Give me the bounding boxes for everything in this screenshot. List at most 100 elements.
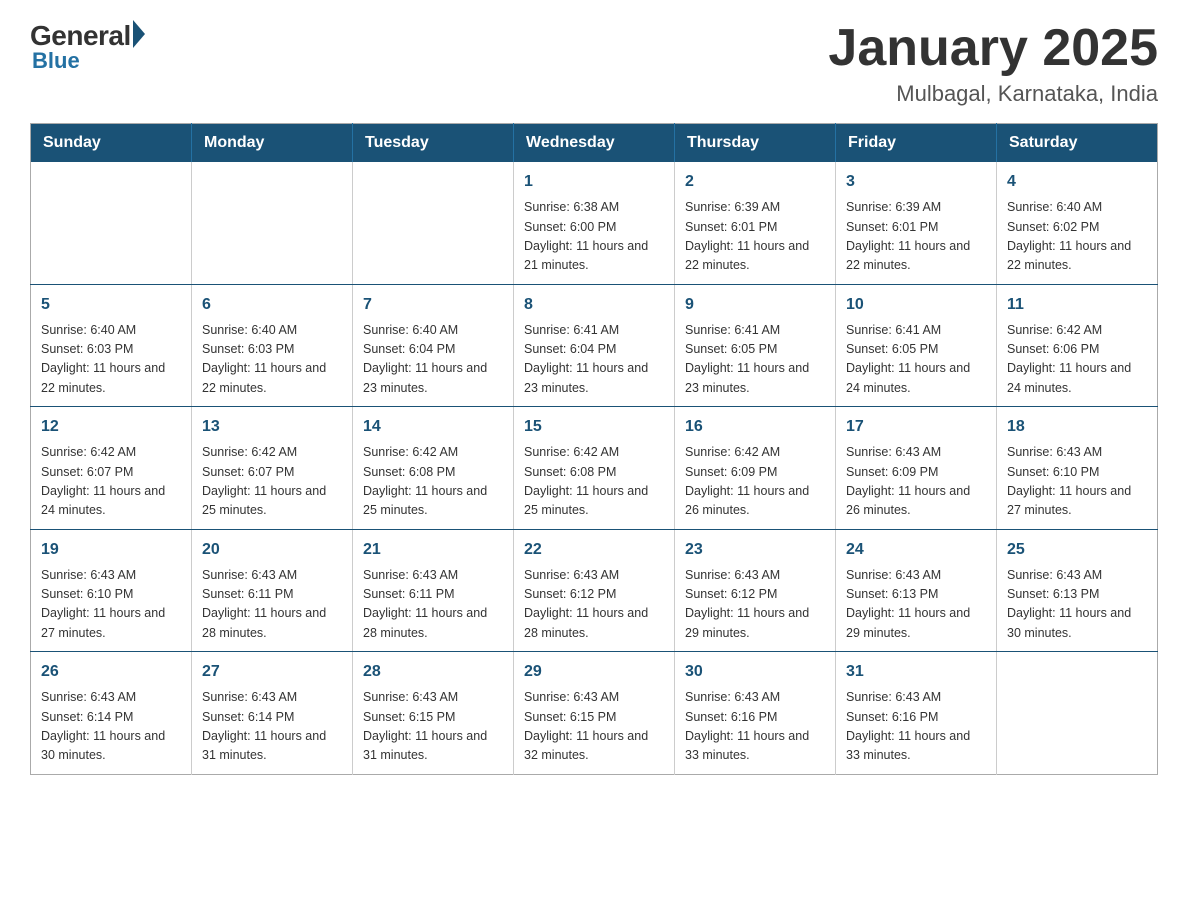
day-info: Sunrise: 6:38 AM Sunset: 6:00 PM Dayligh… bbox=[524, 198, 664, 276]
calendar-cell: 24Sunrise: 6:43 AM Sunset: 6:13 PM Dayli… bbox=[836, 529, 997, 652]
day-info: Sunrise: 6:43 AM Sunset: 6:12 PM Dayligh… bbox=[524, 566, 664, 644]
calendar-cell bbox=[192, 162, 353, 284]
day-number: 5 bbox=[41, 293, 181, 317]
calendar-cell: 1 Sunrise: 6:38 AM Sunset: 6:00 PM Daylig… bbox=[514, 162, 675, 284]
day-info: Sunrise: 6:39 AM Sunset: 6:01 PM Dayligh… bbox=[685, 198, 825, 276]
calendar-cell: 6Sunrise: 6:40 AM Sunset: 6:03 PM Daylig… bbox=[192, 284, 353, 407]
day-info: Sunrise: 6:41 AM Sunset: 6:05 PM Dayligh… bbox=[846, 321, 986, 399]
day-info: Sunrise: 6:43 AM Sunset: 6:09 PM Dayligh… bbox=[846, 443, 986, 521]
day-info: Sunrise: 6:42 AM Sunset: 6:08 PM Dayligh… bbox=[524, 443, 664, 521]
calendar-cell bbox=[997, 652, 1158, 775]
calendar-cell: 9Sunrise: 6:41 AM Sunset: 6:05 PM Daylig… bbox=[675, 284, 836, 407]
day-number: 31 bbox=[846, 660, 986, 684]
day-info: Sunrise: 6:40 AM Sunset: 6:02 PM Dayligh… bbox=[1007, 198, 1147, 276]
logo: General Blue bbox=[30, 20, 145, 74]
month-title: January 2025 bbox=[828, 20, 1158, 77]
weekday-header-saturday: Saturday bbox=[997, 124, 1158, 163]
weekday-header-monday: Monday bbox=[192, 124, 353, 163]
calendar-cell: 16 Sunrise: 6:42 AM Sunset: 6:09 PM Dayli… bbox=[675, 407, 836, 530]
day-info: Sunrise: 6:42 AM Sunset: 6:06 PM Dayligh… bbox=[1007, 321, 1147, 399]
day-number: 30 bbox=[685, 660, 825, 684]
weekday-header-tuesday: Tuesday bbox=[353, 124, 514, 163]
calendar-week-row: 12 Sunrise: 6:42 AM Sunset: 6:07 PM Dayli… bbox=[31, 407, 1158, 530]
day-number: 1 bbox=[524, 170, 664, 194]
day-number: 14 bbox=[363, 415, 503, 439]
weekday-header-row: SundayMondayTuesdayWednesdayThursdayFrid… bbox=[31, 124, 1158, 163]
logo-blue-text: Blue bbox=[32, 48, 80, 74]
day-info: Sunrise: 6:43 AM Sunset: 6:11 PM Dayligh… bbox=[363, 566, 503, 644]
day-info: Sunrise: 6:42 AM Sunset: 6:08 PM Dayligh… bbox=[363, 443, 503, 521]
calendar-cell: 5 Sunrise: 6:40 AM Sunset: 6:03 PM Daylig… bbox=[31, 284, 192, 407]
day-number: 25 bbox=[1007, 538, 1147, 562]
calendar-cell: 7 Sunrise: 6:40 AM Sunset: 6:04 PM Daylig… bbox=[353, 284, 514, 407]
calendar-week-row: 19Sunrise: 6:43 AM Sunset: 6:10 PM Dayli… bbox=[31, 529, 1158, 652]
calendar-cell bbox=[353, 162, 514, 284]
day-number: 17 bbox=[846, 415, 986, 439]
calendar-cell: 15Sunrise: 6:42 AM Sunset: 6:08 PM Dayli… bbox=[514, 407, 675, 530]
day-number: 7 bbox=[363, 293, 503, 317]
day-number: 24 bbox=[846, 538, 986, 562]
calendar-cell: 10 Sunrise: 6:41 AM Sunset: 6:05 PM Dayli… bbox=[836, 284, 997, 407]
day-info: Sunrise: 6:41 AM Sunset: 6:04 PM Dayligh… bbox=[524, 321, 664, 399]
day-info: Sunrise: 6:43 AM Sunset: 6:16 PM Dayligh… bbox=[685, 688, 825, 766]
day-number: 27 bbox=[202, 660, 342, 684]
calendar-cell: 11 Sunrise: 6:42 AM Sunset: 6:06 PM Dayli… bbox=[997, 284, 1158, 407]
day-number: 9 bbox=[685, 293, 825, 317]
calendar-cell: 14 Sunrise: 6:42 AM Sunset: 6:08 PM Dayli… bbox=[353, 407, 514, 530]
day-number: 23 bbox=[685, 538, 825, 562]
day-info: Sunrise: 6:43 AM Sunset: 6:10 PM Dayligh… bbox=[41, 566, 181, 644]
day-number: 16 bbox=[685, 415, 825, 439]
day-info: Sunrise: 6:40 AM Sunset: 6:03 PM Dayligh… bbox=[202, 321, 342, 399]
day-info: Sunrise: 6:43 AM Sunset: 6:13 PM Dayligh… bbox=[1007, 566, 1147, 644]
calendar-cell: 2 Sunrise: 6:39 AM Sunset: 6:01 PM Daylig… bbox=[675, 162, 836, 284]
day-number: 8 bbox=[524, 293, 664, 317]
day-info: Sunrise: 6:40 AM Sunset: 6:03 PM Dayligh… bbox=[41, 321, 181, 399]
day-number: 12 bbox=[41, 415, 181, 439]
location-title: Mulbagal, Karnataka, India bbox=[828, 81, 1158, 107]
calendar-cell: 12 Sunrise: 6:42 AM Sunset: 6:07 PM Dayli… bbox=[31, 407, 192, 530]
calendar-week-row: 26Sunrise: 6:43 AM Sunset: 6:14 PM Dayli… bbox=[31, 652, 1158, 775]
calendar-cell: 17 Sunrise: 6:43 AM Sunset: 6:09 PM Dayli… bbox=[836, 407, 997, 530]
day-info: Sunrise: 6:43 AM Sunset: 6:10 PM Dayligh… bbox=[1007, 443, 1147, 521]
calendar-cell: 29 Sunrise: 6:43 AM Sunset: 6:15 PM Dayli… bbox=[514, 652, 675, 775]
weekday-header-thursday: Thursday bbox=[675, 124, 836, 163]
calendar-cell: 18 Sunrise: 6:43 AM Sunset: 6:10 PM Dayli… bbox=[997, 407, 1158, 530]
calendar-cell: 8 Sunrise: 6:41 AM Sunset: 6:04 PM Daylig… bbox=[514, 284, 675, 407]
calendar-cell: 22 Sunrise: 6:43 AM Sunset: 6:12 PM Dayli… bbox=[514, 529, 675, 652]
calendar-table: SundayMondayTuesdayWednesdayThursdayFrid… bbox=[30, 123, 1158, 775]
calendar-cell bbox=[31, 162, 192, 284]
calendar-header: SundayMondayTuesdayWednesdayThursdayFrid… bbox=[31, 124, 1158, 163]
day-number: 29 bbox=[524, 660, 664, 684]
calendar-cell: 20Sunrise: 6:43 AM Sunset: 6:11 PM Dayli… bbox=[192, 529, 353, 652]
day-info: Sunrise: 6:40 AM Sunset: 6:04 PM Dayligh… bbox=[363, 321, 503, 399]
day-info: Sunrise: 6:42 AM Sunset: 6:07 PM Dayligh… bbox=[41, 443, 181, 521]
weekday-header-wednesday: Wednesday bbox=[514, 124, 675, 163]
calendar-cell: 3Sunrise: 6:39 AM Sunset: 6:01 PM Daylig… bbox=[836, 162, 997, 284]
day-number: 20 bbox=[202, 538, 342, 562]
weekday-header-sunday: Sunday bbox=[31, 124, 192, 163]
calendar-cell: 30 Sunrise: 6:43 AM Sunset: 6:16 PM Dayli… bbox=[675, 652, 836, 775]
calendar-cell: 21Sunrise: 6:43 AM Sunset: 6:11 PM Dayli… bbox=[353, 529, 514, 652]
title-block: January 2025 Mulbagal, Karnataka, India bbox=[828, 20, 1158, 107]
day-number: 11 bbox=[1007, 293, 1147, 317]
calendar-cell: 28Sunrise: 6:43 AM Sunset: 6:15 PM Dayli… bbox=[353, 652, 514, 775]
day-number: 10 bbox=[846, 293, 986, 317]
day-number: 18 bbox=[1007, 415, 1147, 439]
day-number: 4 bbox=[1007, 170, 1147, 194]
day-info: Sunrise: 6:43 AM Sunset: 6:16 PM Dayligh… bbox=[846, 688, 986, 766]
calendar-cell: 27Sunrise: 6:43 AM Sunset: 6:14 PM Dayli… bbox=[192, 652, 353, 775]
day-info: Sunrise: 6:42 AM Sunset: 6:09 PM Dayligh… bbox=[685, 443, 825, 521]
calendar-cell: 25 Sunrise: 6:43 AM Sunset: 6:13 PM Dayli… bbox=[997, 529, 1158, 652]
calendar-cell: 13Sunrise: 6:42 AM Sunset: 6:07 PM Dayli… bbox=[192, 407, 353, 530]
day-number: 22 bbox=[524, 538, 664, 562]
day-info: Sunrise: 6:43 AM Sunset: 6:15 PM Dayligh… bbox=[524, 688, 664, 766]
calendar-cell: 31 Sunrise: 6:43 AM Sunset: 6:16 PM Dayli… bbox=[836, 652, 997, 775]
day-info: Sunrise: 6:43 AM Sunset: 6:15 PM Dayligh… bbox=[363, 688, 503, 766]
day-info: Sunrise: 6:43 AM Sunset: 6:12 PM Dayligh… bbox=[685, 566, 825, 644]
day-number: 2 bbox=[685, 170, 825, 194]
calendar-cell: 23 Sunrise: 6:43 AM Sunset: 6:12 PM Dayli… bbox=[675, 529, 836, 652]
calendar-cell: 26Sunrise: 6:43 AM Sunset: 6:14 PM Dayli… bbox=[31, 652, 192, 775]
day-number: 3 bbox=[846, 170, 986, 194]
page-header: General Blue January 2025 Mulbagal, Karn… bbox=[30, 20, 1158, 107]
day-info: Sunrise: 6:43 AM Sunset: 6:14 PM Dayligh… bbox=[41, 688, 181, 766]
